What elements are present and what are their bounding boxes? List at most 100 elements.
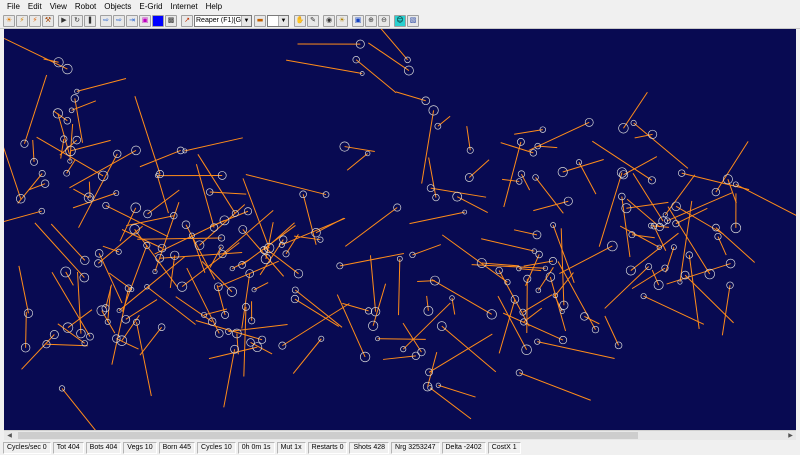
tie-line (97, 225, 143, 264)
open-icon[interactable]: ⚡ (16, 14, 28, 27)
cycle-icon[interactable]: ↻ (71, 14, 83, 27)
tie-line (721, 285, 731, 336)
robot-select-value: Reaper (F1)[Goo (196, 17, 241, 24)
bot (282, 250, 290, 258)
shape-select[interactable]: ▼ (267, 14, 289, 27)
step-forward-icon[interactable]: ⇨ (100, 14, 112, 27)
status-bar: Cycles/sec 0 Tot 404 Bots 404 Vegs 10 Bo… (0, 441, 800, 455)
tie-line (147, 189, 180, 215)
tie-line (336, 294, 366, 358)
bot (63, 169, 70, 177)
bot (653, 280, 664, 290)
blue-square-icon[interactable] (152, 14, 164, 27)
skip-icon[interactable]: ⇥ (126, 14, 138, 27)
bot (339, 141, 350, 152)
tie-line (195, 320, 263, 341)
tie-line (500, 142, 534, 154)
tie-line (345, 207, 398, 247)
smiley-icon[interactable]: ☺ (394, 14, 406, 27)
insert-icon[interactable]: ▣ (139, 14, 151, 27)
menu-help[interactable]: Help (202, 0, 226, 13)
zoom-out-icon[interactable]: ⊖ (378, 14, 390, 27)
team-icon[interactable]: ☀ (336, 14, 348, 27)
tie-line (108, 272, 133, 290)
tie-line (25, 311, 27, 348)
lock-icon[interactable]: ▣ (352, 14, 364, 27)
tie-line (46, 343, 88, 347)
scroll-left-icon[interactable]: ◀ (4, 431, 15, 440)
menu-objects[interactable]: Objects (100, 0, 135, 13)
tie-line (72, 192, 117, 209)
tie-line (395, 91, 426, 102)
fast-forward-icon[interactable]: ⇨ (113, 14, 125, 27)
pointer-icon[interactable]: ✎ (307, 14, 319, 27)
bot (403, 65, 414, 76)
simulation-arena[interactable] (4, 29, 796, 430)
tie-line (653, 225, 667, 251)
bot (421, 96, 431, 106)
bot (113, 190, 120, 196)
tie-line (53, 110, 68, 122)
bot (486, 309, 497, 320)
tie-line (466, 126, 471, 151)
status-vegs: Vegs 10 (123, 442, 157, 454)
monitor-icon[interactable]: ▩ (165, 14, 177, 27)
tie-line (380, 29, 408, 61)
tie-line (223, 349, 236, 408)
bot (20, 139, 29, 148)
tie-line (70, 139, 111, 152)
tie-line (34, 222, 85, 278)
status-restarts: Restarts 0 (307, 442, 348, 454)
arena-canvas[interactable] (4, 29, 796, 430)
bot (532, 174, 539, 181)
tie-line (382, 355, 416, 360)
bot (226, 286, 238, 297)
tie-line (139, 326, 163, 356)
bot (112, 334, 121, 343)
tie-line (535, 177, 564, 214)
bot (115, 248, 122, 255)
new-sim-icon[interactable]: ☀ (3, 14, 15, 27)
hand-icon[interactable]: ✋ (294, 14, 306, 27)
menu-edit[interactable]: Edit (24, 0, 46, 13)
scroll-thumb[interactable] (18, 432, 638, 439)
status-cycles-sec: Cycles/sec 0 (3, 442, 51, 454)
tie-line (521, 173, 531, 191)
robot-icon[interactable]: ↗ (181, 14, 193, 27)
menu-file[interactable]: File (0, 0, 24, 13)
robot-select[interactable]: Reaper (F1)[Goo ▼ (194, 14, 252, 27)
tie-line (633, 122, 689, 169)
tie-line (107, 286, 112, 322)
tie-line (456, 196, 488, 214)
tie-line (185, 224, 216, 280)
tie-line (23, 74, 48, 144)
tie-line (61, 388, 96, 430)
tie-line (715, 141, 749, 193)
bot (618, 123, 629, 134)
save-icon[interactable]: ⚡ (29, 14, 41, 27)
menu-internet[interactable]: Internet (167, 0, 202, 13)
status-born: Born 445 (158, 442, 196, 454)
tie-line (4, 147, 22, 199)
tie-line (441, 325, 497, 373)
tie-line (681, 172, 750, 191)
pause-icon[interactable]: ❚ (84, 14, 96, 27)
shape-icon[interactable]: ▬ (254, 14, 266, 27)
scroll-right-icon[interactable]: ▶ (785, 431, 796, 440)
settings-icon[interactable]: ⚒ (42, 14, 54, 27)
play-icon[interactable]: ▶ (58, 14, 70, 27)
zoom-in-icon[interactable]: ⊕ (365, 14, 377, 27)
menu-egrid[interactable]: E-Grid (135, 0, 166, 13)
tie-line (245, 174, 327, 196)
tie-line (604, 315, 620, 346)
tie-line (398, 258, 401, 316)
tie-line (533, 200, 569, 212)
chevron-down-icon: ▼ (278, 15, 288, 26)
menu-view[interactable]: View (46, 0, 71, 13)
network-icon[interactable]: ▧ (407, 14, 419, 27)
tie-line (355, 59, 397, 94)
camera-icon[interactable]: ◉ (323, 14, 335, 27)
tie-line (195, 164, 215, 228)
menu-robot[interactable]: Robot (71, 0, 100, 13)
horizontal-scrollbar[interactable]: ◀ ▶ (4, 430, 796, 440)
